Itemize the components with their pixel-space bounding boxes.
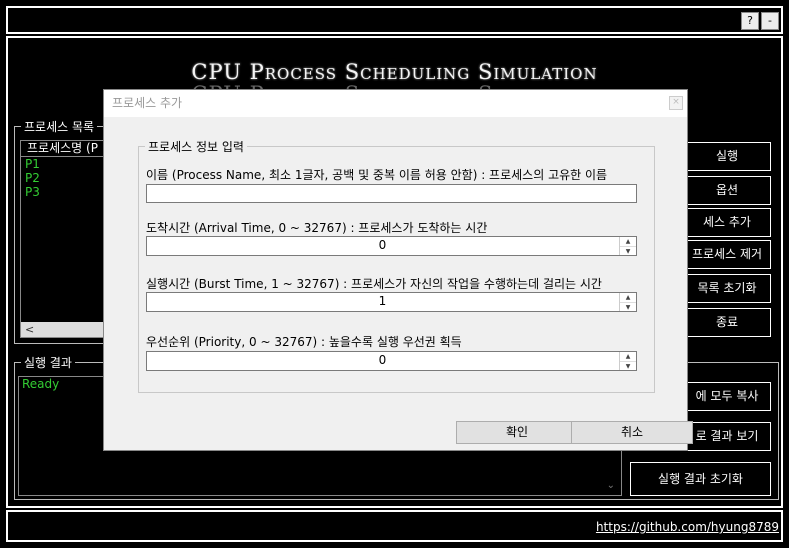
burst-spin-buttons[interactable]: ▲ ▼ xyxy=(619,293,636,311)
spin-up-icon[interactable]: ▲ xyxy=(620,293,636,303)
reset-list-button[interactable]: 목록 초기화 xyxy=(683,274,771,303)
run-button[interactable]: 실행 xyxy=(683,142,771,171)
help-button[interactable]: ? xyxy=(741,12,759,30)
burst-label: 실행시간 (Burst Time, 1 ~ 32767) : 프로세스가 자신의… xyxy=(146,277,602,291)
minimize-button[interactable]: - xyxy=(761,12,779,30)
remove-process-button[interactable]: 프로세스 제거 xyxy=(683,240,771,269)
list-item[interactable]: P3 xyxy=(21,185,105,199)
burst-stepper[interactable]: 1 ▲ ▼ xyxy=(146,292,637,312)
spin-down-icon[interactable]: ▼ xyxy=(620,247,636,256)
ok-button[interactable]: 확인 xyxy=(456,421,578,444)
result-label: 실행 결과 xyxy=(21,354,75,371)
dialog-title: 프로세스 추가 xyxy=(112,96,183,110)
options-button[interactable]: 옵션 xyxy=(683,176,771,205)
arrival-spin-buttons[interactable]: ▲ ▼ xyxy=(619,237,636,255)
priority-spin-buttons[interactable]: ▲ ▼ xyxy=(619,352,636,370)
reset-result-button[interactable]: 실행 결과 초기화 xyxy=(630,462,771,496)
exit-button[interactable]: 종료 xyxy=(683,308,771,337)
priority-stepper[interactable]: 0 ▲ ▼ xyxy=(146,351,637,371)
close-icon[interactable]: × xyxy=(669,96,683,110)
priority-value[interactable]: 0 xyxy=(147,353,618,367)
process-list-label: 프로세스 목록 xyxy=(21,118,98,135)
horizontal-scrollbar[interactable]: < xyxy=(21,322,105,337)
dialog-titlebar[interactable]: 프로세스 추가 × xyxy=(104,90,687,117)
add-process-dialog: 프로세스 추가 × 프로세스 정보 입력 이름 (Process Name, 최… xyxy=(104,90,693,450)
list-column-header[interactable]: 프로세스명 (P xyxy=(21,141,105,157)
name-input[interactable] xyxy=(146,184,637,203)
list-item[interactable]: P2 xyxy=(21,171,105,185)
copy-all-button[interactable]: 에 모두 복사 xyxy=(683,382,771,411)
spin-down-icon[interactable]: ▼ xyxy=(620,362,636,371)
view-result-button[interactable]: 로 결과 보기 xyxy=(683,422,771,451)
app-title: CPU Process Scheduling Simulation xyxy=(191,60,598,84)
name-label: 이름 (Process Name, 최소 1글자, 공백 및 중복 이름 허용 … xyxy=(146,168,608,182)
process-listbox[interactable]: 프로세스명 (P P1 P2 P3 < xyxy=(20,140,106,338)
spin-up-icon[interactable]: ▲ xyxy=(620,237,636,247)
list-item[interactable]: P1 xyxy=(21,157,105,171)
scroll-down-icon[interactable]: ⌄ xyxy=(607,480,615,491)
title-frame xyxy=(6,6,783,34)
add-process-button[interactable]: 세스 추가 xyxy=(683,208,771,237)
priority-label: 우선순위 (Priority, 0 ~ 32767) : 높을수록 실행 우선권… xyxy=(146,335,462,349)
spin-up-icon[interactable]: ▲ xyxy=(620,352,636,362)
arrival-stepper[interactable]: 0 ▲ ▼ xyxy=(146,236,637,256)
arrival-value[interactable]: 0 xyxy=(147,238,618,252)
arrival-label: 도착시간 (Arrival Time, 0 ~ 32767) : 프로세스가 도… xyxy=(146,221,488,235)
burst-value[interactable]: 1 xyxy=(147,294,618,308)
cancel-button[interactable]: 취소 xyxy=(571,421,693,444)
github-link[interactable]: https://github.com/hyung8789 xyxy=(596,520,779,534)
process-info-label: 프로세스 정보 입력 xyxy=(145,138,247,155)
spin-down-icon[interactable]: ▼ xyxy=(620,303,636,312)
scroll-left-icon[interactable]: < xyxy=(21,323,34,336)
